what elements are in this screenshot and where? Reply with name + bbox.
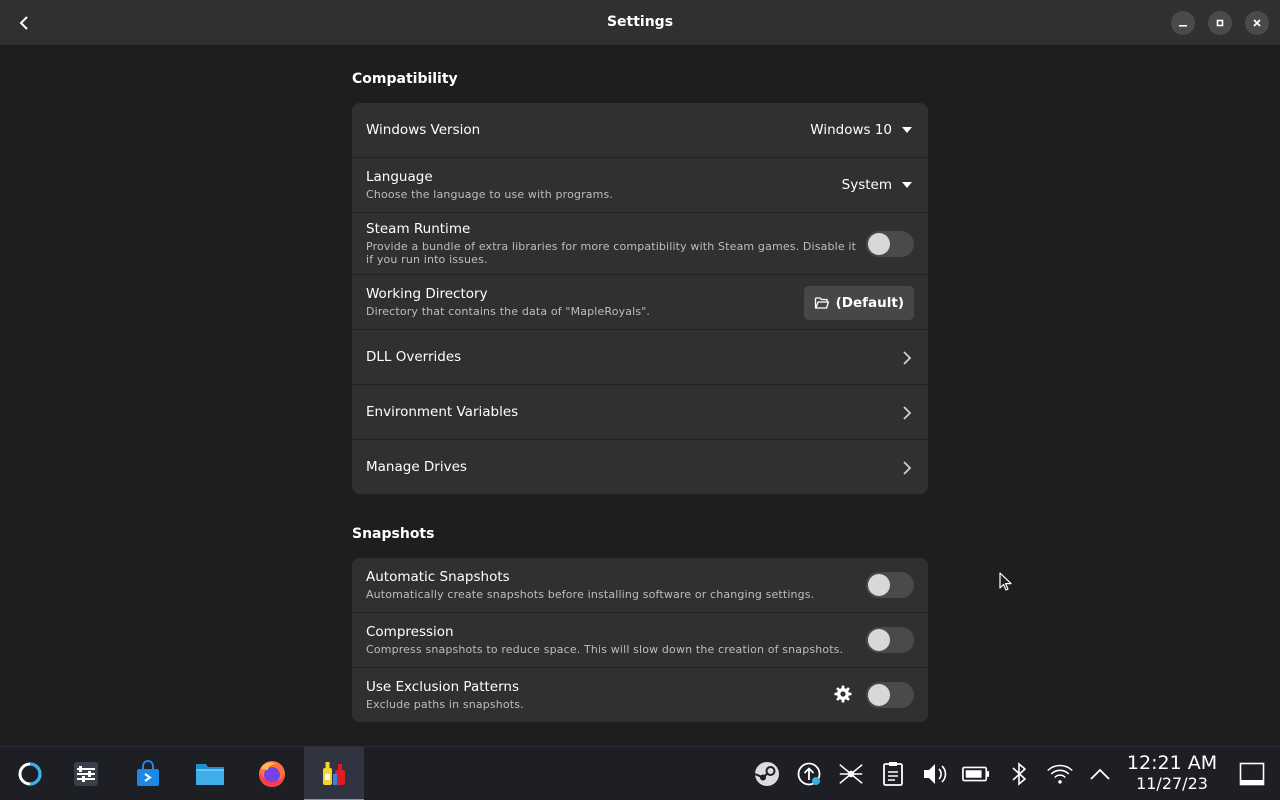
language-dropdown[interactable]: System bbox=[842, 177, 912, 193]
dropdown-caret-icon bbox=[902, 182, 912, 188]
update-tray-button[interactable] bbox=[795, 761, 823, 787]
gear-icon[interactable] bbox=[834, 685, 852, 703]
automatic-snapshots-description: Automatically create snapshots before in… bbox=[366, 588, 815, 601]
show-desktop-icon bbox=[1239, 762, 1265, 786]
file-manager-button[interactable] bbox=[180, 747, 240, 800]
exclusion-patterns-label: Use Exclusion Patterns bbox=[366, 679, 520, 695]
windows-version-value: Windows 10 bbox=[810, 122, 892, 138]
environment-variables-row[interactable]: Environment Variables bbox=[352, 385, 928, 440]
maximize-button[interactable] bbox=[1208, 11, 1232, 35]
compatibility-section-title: Compatibility bbox=[352, 71, 458, 87]
working-directory-description: Directory that contains the data of "Map… bbox=[366, 305, 651, 318]
snapshots-card: Automatic Snapshots Automatically create… bbox=[352, 558, 928, 722]
volume-tray-button[interactable] bbox=[921, 761, 949, 787]
language-value: System bbox=[841, 177, 892, 193]
working-directory-button[interactable]: (Default) bbox=[803, 286, 914, 320]
compression-toggle[interactable] bbox=[866, 627, 914, 653]
compression-label: Compression bbox=[366, 624, 454, 640]
file-manager-icon bbox=[196, 764, 224, 785]
steam-deck-menu-icon bbox=[18, 762, 42, 786]
chevron-right-icon bbox=[903, 461, 912, 475]
bluetooth-tray-button[interactable] bbox=[1005, 761, 1033, 787]
working-directory-label: Working Directory bbox=[366, 286, 488, 302]
window-title: Settings bbox=[606, 14, 674, 30]
dropdown-caret-icon bbox=[902, 127, 912, 133]
expand-tray-icon bbox=[1090, 768, 1110, 780]
exclusion-patterns-description: Exclude paths in snapshots. bbox=[366, 698, 524, 711]
clipboard-tray-button[interactable] bbox=[879, 761, 907, 787]
steam-deck-menu-button[interactable] bbox=[0, 747, 60, 800]
windows-version-label: Windows Version bbox=[366, 122, 481, 138]
steam-runtime-description: Provide a bundle of extra libraries for … bbox=[366, 240, 857, 266]
compression-description: Compress snapshots to reduce space. This… bbox=[366, 643, 844, 656]
automatic-snapshots-row[interactable]: Automatic Snapshots Automatically create… bbox=[352, 558, 928, 613]
clipboard-icon bbox=[883, 762, 903, 786]
exclusion-patterns-row[interactable]: Use Exclusion Patterns Exclude paths in … bbox=[352, 668, 928, 722]
minimize-icon bbox=[1179, 25, 1187, 27]
clock-time[interactable]: 12:21 AM bbox=[1120, 752, 1224, 774]
discover-store-button[interactable] bbox=[118, 747, 178, 800]
network-hub-tray-button[interactable] bbox=[837, 761, 865, 787]
mouse-cursor-icon bbox=[999, 572, 1012, 591]
language-description: Choose the language to use with programs… bbox=[366, 188, 614, 201]
system-settings-button[interactable] bbox=[56, 747, 116, 800]
discover-store-icon bbox=[137, 760, 159, 786]
network-hub-icon bbox=[839, 764, 863, 784]
language-row[interactable]: Language Choose the language to use with… bbox=[352, 158, 928, 213]
wifi-icon bbox=[1047, 764, 1073, 784]
bottles-button[interactable] bbox=[304, 747, 364, 800]
steam-tray-button[interactable] bbox=[753, 761, 781, 787]
close-icon bbox=[1253, 19, 1261, 27]
chevron-right-icon bbox=[903, 351, 912, 365]
expand-tray-button[interactable] bbox=[1086, 761, 1114, 787]
update-icon bbox=[797, 762, 821, 786]
steam-icon bbox=[754, 762, 779, 786]
compatibility-card: Windows Version Windows 10 Language Choo… bbox=[352, 103, 928, 494]
show-desktop-button[interactable] bbox=[1238, 761, 1266, 787]
automatic-snapshots-label: Automatic Snapshots bbox=[366, 569, 510, 585]
system-settings-icon bbox=[74, 762, 98, 786]
windows-version-row[interactable]: Windows Version Windows 10 bbox=[352, 103, 928, 158]
compression-row[interactable]: Compression Compress snapshots to reduce… bbox=[352, 613, 928, 668]
battery-tray-button[interactable] bbox=[962, 761, 990, 787]
working-directory-row: Working Directory Directory that contain… bbox=[352, 275, 928, 330]
dll-overrides-row[interactable]: DLL Overrides bbox=[352, 330, 928, 385]
steam-runtime-row[interactable]: Steam Runtime Provide a bundle of extra … bbox=[352, 213, 928, 275]
clock-date[interactable]: 11/27/23 bbox=[1120, 774, 1224, 793]
working-directory-button-label: (Default) bbox=[835, 295, 904, 311]
folder-open-icon bbox=[814, 297, 829, 309]
header-bar: Settings bbox=[0, 0, 1280, 46]
snapshots-section-title: Snapshots bbox=[352, 526, 435, 542]
maximize-icon bbox=[1216, 19, 1224, 27]
chevron-right-icon bbox=[903, 406, 912, 420]
language-label: Language bbox=[366, 169, 433, 185]
close-button[interactable] bbox=[1245, 11, 1269, 35]
automatic-snapshots-toggle[interactable] bbox=[866, 572, 914, 598]
firefox-button[interactable] bbox=[242, 747, 302, 800]
volume-icon bbox=[924, 764, 947, 784]
windows-version-dropdown[interactable]: Windows 10 bbox=[810, 122, 912, 138]
bluetooth-icon bbox=[1012, 762, 1027, 786]
battery-icon bbox=[962, 766, 990, 782]
manage-drives-row[interactable]: Manage Drives bbox=[352, 440, 928, 494]
taskbar: 12:21 AM 11/27/23 bbox=[0, 746, 1280, 800]
manage-drives-label: Manage Drives bbox=[366, 459, 467, 475]
firefox-icon bbox=[259, 761, 285, 787]
wifi-tray-button[interactable] bbox=[1046, 761, 1074, 787]
minimize-button[interactable] bbox=[1171, 11, 1195, 35]
steam-runtime-label: Steam Runtime bbox=[366, 221, 471, 237]
dll-overrides-label: DLL Overrides bbox=[366, 349, 462, 365]
bottles-icon bbox=[323, 762, 345, 785]
steam-runtime-toggle[interactable] bbox=[866, 231, 914, 257]
exclusion-patterns-toggle[interactable] bbox=[866, 682, 914, 708]
environment-variables-label: Environment Variables bbox=[366, 404, 519, 420]
